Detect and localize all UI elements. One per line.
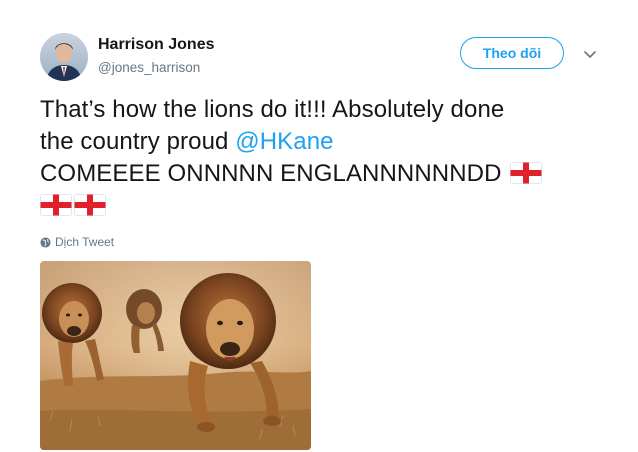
lions-running-photo[interactable]	[40, 261, 311, 450]
tweet-text: That’s how the lions do it!!! Absolutely…	[40, 94, 610, 222]
translate-label: Dịch Tweet	[55, 235, 115, 249]
tweet-line-4	[40, 190, 610, 222]
mention-link[interactable]: @HKane	[235, 128, 333, 155]
follow-button[interactable]: Theo dõi	[460, 37, 564, 69]
display-name[interactable]: Harrison Jones	[98, 36, 214, 54]
translate-tweet-link[interactable]: Dịch Tweet	[40, 235, 114, 249]
user-handle[interactable]: @jones_harrison	[98, 60, 200, 75]
tweet-line-2: the country proud @HKane	[40, 126, 610, 158]
tweet-line-3-text: COMEEEE ONNNNN ENGLANNNNNNDD	[40, 160, 502, 187]
tweet-line-3: COMEEEE ONNNNN ENGLANNNNNNDD	[40, 158, 610, 190]
avatar[interactable]	[40, 33, 88, 81]
globe-icon	[40, 236, 51, 248]
england-flag-icon	[74, 194, 106, 216]
chevron-down-icon[interactable]	[582, 48, 598, 60]
tweet-line-1: That’s how the lions do it!!! Absolutely…	[40, 96, 505, 123]
tweet-line-2-text: the country proud	[40, 128, 236, 155]
england-flag-icon	[40, 194, 72, 216]
england-flag-icon	[510, 162, 543, 184]
tweet-card: Harrison Jones @jones_harrison Theo dõi …	[0, 0, 638, 452]
